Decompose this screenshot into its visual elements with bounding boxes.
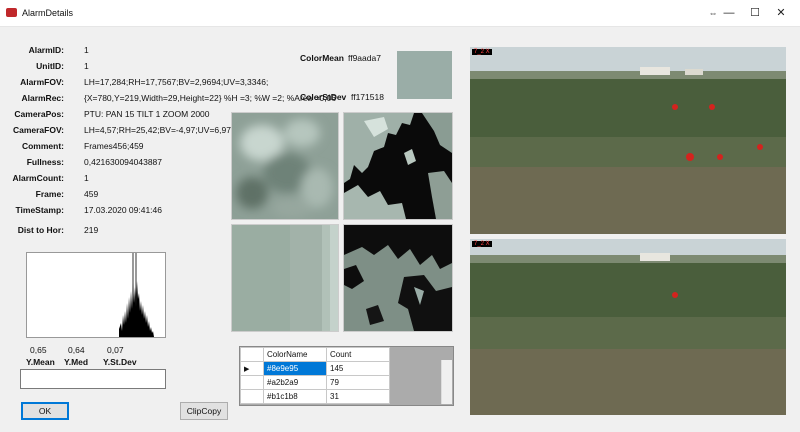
camera-tag-top: 7_2 X [472,49,492,55]
camera-pos-value: PTU: PAN 15 TILT 1 ZOOM 2000 [84,109,210,119]
camera-fov-label: CameraFOV: [12,125,64,135]
camera-scene-bottom [470,239,786,415]
alarm-count-label: AlarmCount: [12,173,64,183]
camera-tag-bottom: 7_2 X [472,241,492,247]
segmented-image [343,224,453,332]
luminance-histogram [26,252,166,338]
alarm-fov-value: LH=17,284;RH=17,7567;BV=2,9694;UV=3,3346… [84,77,269,87]
frame-value: 459 [84,189,99,199]
count-cell[interactable]: 79 [326,375,390,390]
y-mean-label: Y.Mean [26,357,55,367]
grid-row[interactable]: #b1c1b8 31 [240,389,390,404]
color-name-cell[interactable]: #8e9e95 [263,361,327,376]
comment-label: Comment: [21,141,64,151]
color-table: ColorName Count ▶ #8e9e95 145 #a2b2a9 79… [240,347,390,404]
y-mean-value: 0,65 [30,345,47,355]
segmented-graphic [344,225,452,331]
alarm-count-value: 1 [84,173,89,183]
fullness-value: 0,421630094043887 [84,157,162,167]
timestamp-value: 17.03.2020 09:41:46 [84,205,162,215]
app-icon [6,8,17,17]
camera-pos-label: CameraPos: [14,109,64,119]
histogram-graphic [119,253,154,337]
dist-to-hor-value: 219 [84,225,99,235]
title-bar: AlarmDetails ⇔ — ☐ ✕ [0,0,800,27]
color-bar-4 [330,225,338,331]
color-mean-label: ColorMean [300,53,344,63]
y-stdev-value: 0,07 [107,345,124,355]
alarm-mask-graphic [344,113,452,219]
dist-to-hor-label: Dist to Hor: [17,225,64,235]
row-header-corner [240,347,264,362]
column-header-count[interactable]: Count [326,347,390,362]
row-selector-icon[interactable]: ▶ [240,361,264,376]
color-stdev-label: ColorStDev [300,92,347,102]
y-stdev-label: Y.St.Dev [103,357,137,367]
color-grid[interactable]: ColorName Count ▶ #8e9e95 145 #a2b2a9 79… [239,346,454,406]
camera-view-bottom: 7_2 X [470,239,786,415]
row-selector[interactable] [240,375,264,390]
alarm-crop-graphic [232,113,338,219]
color-stdev-value: ff171518 [351,92,384,102]
maximize-button[interactable]: ☐ [742,4,768,22]
camera-scene-top [470,47,786,234]
alarm-rec-label: AlarmRec: [21,93,64,103]
y-med-value: 0,64 [68,345,85,355]
clipcopy-button[interactable]: ClipCopy [180,402,228,420]
column-header-colorname[interactable]: ColorName [263,347,327,362]
unit-id-label: UnitID: [36,61,64,71]
grid-header-row: ColorName Count [240,347,390,362]
row-selector[interactable] [240,389,264,404]
stats-textbox[interactable] [20,369,166,389]
close-button[interactable]: ✕ [768,4,794,22]
alarm-fov-label: AlarmFOV: [20,77,64,87]
color-bars-image [231,224,339,332]
camera-fov-value: LH=4,57;RH=25,42;BV=-4,97;UV=6,97; [84,125,234,135]
timestamp-label: TimeStamp: [15,205,65,215]
grid-scrollbar[interactable] [441,360,452,404]
color-name-cell[interactable]: #b1c1b8 [263,389,327,404]
fullness-label: Fullness: [26,157,64,167]
color-mean-value: ff9aada7 [348,53,381,63]
ok-button[interactable]: OK [21,402,69,420]
color-bar-1 [232,225,290,331]
alarm-mask-image [343,112,453,220]
count-cell[interactable]: 31 [326,389,390,404]
camera-view-top: 7_2 X [470,47,786,234]
alarm-id-value: 1 [84,45,89,55]
window-title: AlarmDetails [22,8,74,18]
count-cell[interactable]: 145 [326,361,390,376]
y-med-label: Y.Med [64,357,89,367]
alarm-crop-image [231,112,339,220]
color-mean-swatch [397,51,452,99]
color-name-cell[interactable]: #a2b2a9 [263,375,327,390]
comment-value: Frames456;459 [84,141,144,151]
grid-row[interactable]: ▶ #8e9e95 145 [240,361,390,376]
unit-id-value: 1 [84,61,89,71]
frame-label: Frame: [35,189,64,199]
grid-row[interactable]: #a2b2a9 79 [240,375,390,390]
color-bar-2 [290,225,322,331]
alarm-rec-value: {X=780,Y=219,Width=29,Height=22} %H =3; … [84,93,337,103]
minimize-button[interactable]: — [716,4,742,22]
alarm-id-label: AlarmID: [28,45,64,55]
color-bar-3 [322,225,330,331]
